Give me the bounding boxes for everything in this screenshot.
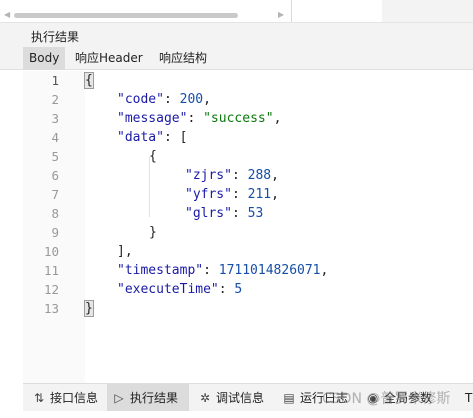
log-icon: ▤	[283, 391, 295, 405]
tab-response-structure[interactable]: 响应结构	[153, 47, 213, 70]
json-value: 200	[179, 92, 204, 107]
code-line: "executeTime": 5	[117, 280, 242, 299]
json-key: "message"	[117, 111, 188, 126]
indent-guide	[149, 157, 150, 217]
scroll-right-arrow-icon[interactable]: ▶	[278, 11, 284, 19]
code-line: "yfrs": 211,	[185, 185, 279, 204]
json-value: 288	[247, 168, 272, 183]
json-brace: }	[149, 225, 157, 240]
json-value: 53	[247, 206, 264, 221]
line-number: 5	[51, 149, 59, 164]
response-tabs: Body 响应Header 响应结构	[0, 47, 473, 70]
tab-response-header[interactable]: 响应Header	[69, 47, 149, 70]
code-line: "code": 200,	[117, 90, 211, 109]
top-strip: ◀ ▶	[0, 0, 473, 22]
json-comma: ,	[273, 111, 282, 126]
line-number: 12	[43, 282, 59, 297]
line-number: 2	[51, 92, 59, 107]
tab-debug-info[interactable]: ✲ 调试信息	[193, 384, 264, 412]
tab-body[interactable]: Body	[23, 47, 65, 70]
json-brace: {	[149, 149, 157, 164]
json-value: 5	[234, 282, 243, 297]
code-line: {	[84, 71, 94, 90]
close-brace: }	[84, 300, 94, 317]
json-separator: :	[231, 187, 248, 202]
json-separator: :	[231, 168, 248, 183]
line-number-gutter: 1 2 3 4 5 6 7 8 9 10 11 12 13	[23, 71, 85, 383]
json-separator: :	[203, 263, 219, 278]
scroll-left-arrow-icon[interactable]: ◀	[4, 11, 10, 19]
json-key: "executeTime"	[117, 282, 219, 297]
line-number: 4	[51, 130, 59, 145]
line-number: 9	[51, 225, 59, 240]
code-line: "message": "success",	[117, 109, 281, 128]
code-line: "glrs": 53	[185, 204, 263, 223]
json-key: "yfrs"	[185, 187, 232, 202]
code-line: "data": [	[117, 128, 187, 147]
open-brace: {	[84, 72, 94, 89]
json-separator: :	[218, 282, 235, 297]
json-separator: :	[163, 92, 180, 107]
tab-label: 全局参数	[384, 391, 433, 405]
json-comma: ,	[271, 187, 279, 202]
json-value: 211	[247, 187, 272, 202]
tab-run-log[interactable]: ▤ 运行日志	[277, 384, 348, 412]
global-params-icon: ◉	[367, 391, 379, 405]
upper-side-panel	[382, 0, 473, 22]
tab-api-info[interactable]: ⇅ 接口信息	[27, 384, 98, 412]
line-number: 8	[51, 206, 59, 221]
json-separator: :	[231, 206, 248, 221]
json-key: "glrs"	[185, 206, 232, 221]
json-separator: :	[163, 130, 180, 145]
json-value: "success"	[203, 111, 274, 126]
json-key: "timestamp"	[117, 263, 204, 278]
bottom-toolbar: ⇅ 接口信息 ▷ 执行结果 ✲ 调试信息 ▤ 运行日志 ◉ 全局参数 T	[23, 383, 473, 412]
json-bracket: ],	[117, 244, 133, 259]
debug-icon: ✲	[199, 391, 211, 405]
code-area[interactable]: { "code": 200, "message": "success", "da…	[84, 71, 473, 383]
line-number: 13	[43, 301, 59, 316]
tab-label: 接口信息	[50, 391, 99, 405]
code-line: }	[149, 223, 157, 242]
upper-panel: ◀ ▶	[0, 0, 292, 22]
tab-execution-result[interactable]: ▷ 执行结果	[107, 384, 189, 412]
section-title: 执行结果	[31, 30, 80, 44]
json-comma: ,	[203, 92, 211, 107]
json-bracket: [	[179, 130, 188, 145]
tab-truncated[interactable]: T	[461, 384, 472, 412]
tab-label: 运行日志	[300, 391, 349, 405]
json-key: "data"	[117, 130, 164, 145]
json-editor[interactable]: 1 2 3 4 5 6 7 8 9 10 11 12 13 { "code": …	[23, 71, 473, 383]
tab-label: 调试信息	[216, 391, 265, 405]
code-line: ],	[117, 242, 133, 261]
line-number: 3	[51, 111, 59, 126]
play-icon: ▷	[114, 391, 124, 405]
api-info-icon: ⇅	[33, 391, 45, 405]
tab-global-params[interactable]: ◉ 全局参数	[361, 384, 432, 412]
tab-label: T	[465, 391, 473, 405]
bottom-strip	[0, 411, 473, 418]
section-header: 执行结果	[0, 22, 473, 47]
code-line: "timestamp": 1711014826071,	[117, 261, 328, 280]
line-number: 6	[51, 168, 59, 183]
json-comma: ,	[271, 168, 279, 183]
line-number: 11	[43, 263, 59, 278]
code-line: }	[84, 299, 94, 318]
line-number: 7	[51, 187, 59, 202]
horizontal-scrollbar-thumb[interactable]	[14, 13, 238, 18]
tab-label: 执行结果	[130, 391, 179, 405]
json-key: "zjrs"	[185, 168, 232, 183]
line-number: 10	[43, 244, 59, 259]
line-number: 1	[51, 73, 59, 88]
json-key: "code"	[117, 92, 164, 107]
json-separator: :	[187, 111, 204, 126]
code-line: "zjrs": 288,	[185, 166, 279, 185]
json-value: 1711014826071	[218, 263, 321, 278]
code-line: {	[149, 147, 157, 166]
json-comma: ,	[320, 263, 329, 278]
